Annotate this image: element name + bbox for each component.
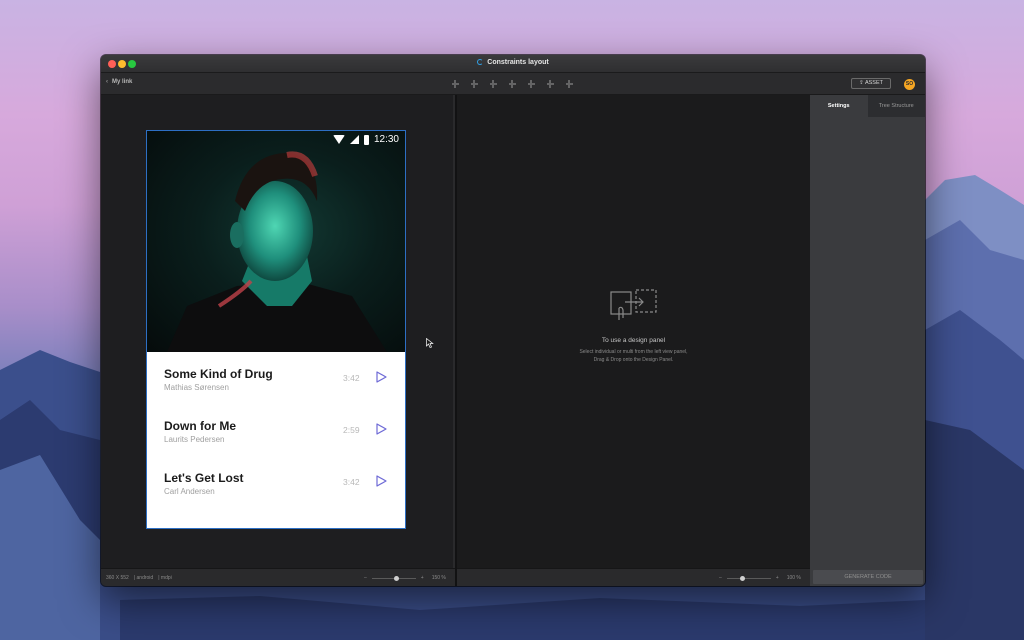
view-panel-statusbar: 360 X 552 | android | mdpi – + 150 % [101,568,455,586]
toolbar: ‹ My link ⇪ ASSET SO [101,73,925,95]
zoom-slider-knob[interactable] [739,575,745,581]
back-link-label: My link [112,79,133,85]
mouse-cursor-icon [426,338,434,348]
back-link[interactable]: ‹ My link [106,79,132,85]
app-window: Constraints layout ‹ My link ⇪ ASSET SO [101,55,925,586]
distribute-horizontal-icon[interactable] [508,80,517,88]
title-bar: Constraints layout [101,55,925,73]
status-time: 12:30 [373,134,399,145]
battery-icon [363,134,369,145]
signal-icon [349,135,359,144]
side-panel: Settings Tree Structure GENERATE CODE [810,95,925,586]
align-right-icon[interactable] [546,80,555,88]
list-item[interactable]: Some Kind of Drug Mathias Sørensen 3:42 [147,352,405,404]
zoom-in-button[interactable]: + [776,575,779,581]
song-title: Down for Me [164,419,236,433]
tab-tree-structure[interactable]: Tree Structure [867,95,925,117]
play-icon[interactable] [375,475,387,487]
design-zoom-control: – + 100 % [719,575,801,581]
asset-button[interactable]: ⇪ ASSET [851,78,891,89]
zoom-value: 100 % [786,575,801,581]
design-panel-statusbar: – + 100 % [457,568,810,586]
align-bottom-icon[interactable] [565,80,574,88]
view-zoom-control: – + 150 % [364,575,446,581]
platform-label: android [136,575,154,581]
window-title-text: Constraints layout [487,59,549,66]
asset-button-label: ASSET [864,80,883,86]
side-panel-tabs: Settings Tree Structure [810,95,925,117]
song-duration: 3:42 [343,477,360,487]
chevron-left-icon: ‹ [106,79,108,85]
drag-drop-icon [609,289,657,320]
list-item[interactable]: Let's Get Lost Carl Andersen 3:42 [147,456,405,508]
empty-state-line-1: Select individual or multi from the left… [579,349,688,355]
portrait-image [167,151,387,352]
artist-photo: 12:30 [147,131,405,352]
wifi-icon [332,135,345,144]
empty-state-line-2: Drag & Drop onto the Design Panel. [593,357,674,363]
distribute-vertical-icon[interactable] [527,80,536,88]
canvas-size: 360 X 552 [106,575,129,581]
play-icon[interactable] [375,423,387,435]
align-top-icon[interactable] [470,80,479,88]
zoom-in-button[interactable]: + [421,575,424,581]
song-title: Let's Get Lost [164,471,244,485]
song-artist: Carl Andersen [164,487,215,496]
zoom-out-button[interactable]: – [719,575,722,581]
view-panel: 12:30 Some Kind of Drug Mathias Sørensen… [101,95,455,568]
generate-code-button[interactable]: GENERATE CODE [813,570,923,584]
app-logo-icon [477,59,484,65]
zoom-slider[interactable] [726,575,771,581]
window-title: Constraints layout [101,59,925,66]
design-panel[interactable]: To use a design panel Select individual … [457,95,810,568]
song-title: Some Kind of Drug [164,367,273,381]
song-duration: 3:42 [343,373,360,383]
song-duration: 2:59 [343,425,360,435]
song-artist: Laurits Pedersen [164,435,225,444]
phone-preview[interactable]: 12:30 Some Kind of Drug Mathias Sørensen… [146,130,406,529]
device-info: 360 X 552 | android | mdpi [106,575,172,581]
android-status-bar: 12:30 [332,134,399,145]
play-icon[interactable] [375,371,387,383]
zoom-slider[interactable] [371,575,416,581]
alignment-tools [451,80,574,88]
song-list: Some Kind of Drug Mathias Sørensen 3:42 … [147,352,405,508]
align-center-icon[interactable] [489,80,498,88]
zoom-value: 150 % [431,575,446,581]
density-label: mdpi [160,575,172,581]
empty-state-title: To use a design panel [601,337,666,344]
user-avatar[interactable]: SO [904,79,915,90]
list-item[interactable]: Down for Me Laurits Pedersen 2:59 [147,404,405,456]
tab-settings[interactable]: Settings [810,95,868,117]
song-artist: Mathias Sørensen [164,383,229,392]
align-left-icon[interactable] [451,80,460,88]
upload-icon: ⇪ [859,80,864,86]
zoom-out-button[interactable]: – [364,575,367,581]
design-panel-empty-state: To use a design panel Select individual … [457,288,810,364]
zoom-slider-knob[interactable] [393,575,399,581]
